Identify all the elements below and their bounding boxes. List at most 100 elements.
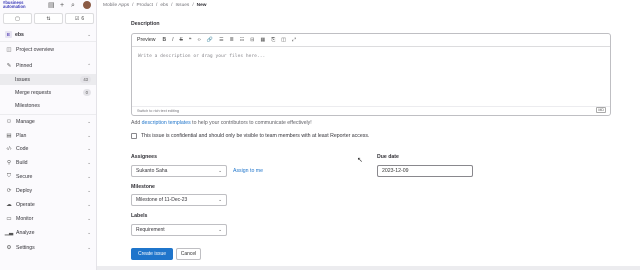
project-switcher[interactable]: E ebs ⌄ [0,29,96,40]
description-templates-link[interactable]: description templates [142,120,191,126]
chevron-down-icon: ⌄ [87,215,91,221]
search-icon[interactable]: ⌕ [71,2,75,9]
user-avatar[interactable] [83,1,91,9]
comment-icon[interactable]: ◫ [281,37,286,43]
confidential-checkbox[interactable] [131,133,137,139]
chevron-down-icon: ⌄ [87,201,91,207]
create-issue-button[interactable]: Create issue [131,248,173,260]
business-automation-logo[interactable]: #business automation [3,0,39,10]
sidebar-item-build[interactable]: ⚲ Build ⌄ [0,157,96,168]
task-list-icon[interactable]: ☷ [240,37,244,43]
milestone-value: Milestone of 11-Dec-23 [136,197,188,203]
hint-prefix: Add [131,120,142,126]
description-editor[interactable]: Preview B I S ❝ ‹› 🔗 ☰ ≣ ☷ ⊟ ▦ ⎘ ◫ ⤢ Wri… [131,33,611,116]
sidebar-item-secure[interactable]: ⛉ Secure ⌄ [0,171,96,182]
due-date-input[interactable]: 2023-12-09 [377,165,473,177]
todo-icon: ☑ [74,15,80,22]
sidebar-item-label: Project overview [16,46,55,53]
breadcrumb-item[interactable]: Product [136,3,153,8]
link-icon[interactable]: 🔗 [207,37,213,43]
code-icon[interactable]: ‹› [198,37,201,43]
project-name: ebs [15,31,24,38]
labels-label: Labels [131,213,148,219]
sidebar-item-monitor[interactable]: ▭ Monitor ⌄ [0,213,96,224]
chevron-down-icon: ⌄ [87,118,91,124]
issues-counter-button[interactable]: ▢ [3,13,32,24]
sidebar-item-settings[interactable]: ⚙ Settings ⌄ [0,242,96,253]
bullet-list-icon[interactable]: ☰ [219,37,223,43]
assignees-value: Sukanto Saha [136,168,168,174]
quote-icon[interactable]: ❝ [189,37,192,43]
chevron-down-icon: ⌄ [87,244,91,250]
plus-icon[interactable]: + [60,2,64,9]
confidential-option[interactable]: This issue is confidential and should on… [131,133,369,139]
issues-count-badge: 43 [80,76,91,83]
merge-requests-counter-button[interactable]: ⇅ [34,13,63,24]
breadcrumb-separator: / [156,3,158,8]
sidebar-item-operate[interactable]: ☁ Operate ⌄ [0,199,96,210]
sidebar-item-deploy[interactable]: ⟳ Deploy ⌄ [0,185,96,196]
breadcrumb-separator: / [171,3,173,8]
shield-icon: ⛉ [6,173,12,179]
preview-tab[interactable]: Preview [137,37,155,43]
description-templates-hint: Add description templates to help your c… [131,120,312,126]
todos-counter-button[interactable]: ☑ 6 [65,13,94,24]
table-icon[interactable]: ▦ [260,37,265,43]
chevron-down-icon: ⌄ [87,159,91,165]
breadcrumb-item[interactable]: Mobile Apps [103,3,129,8]
hint-suffix: to help your contributors to communicate… [190,120,312,126]
breadcrumb-item[interactable]: Issues [175,3,189,8]
sidebar-item-label: Operate [16,201,35,208]
sidebar-item-plan[interactable]: ▤ Plan ⌄ [0,130,96,141]
sidebar-item-merge-requests[interactable]: Merge requests 0 [0,87,96,98]
sidebar-item-label: Plan [16,132,27,139]
code-icon: ‹/› [6,145,12,152]
chevron-down-icon: ⌄ [218,168,222,173]
sidebar-item-label: Deploy [16,187,33,194]
deploy-icon: ⟳ [6,187,12,194]
assign-to-me-link[interactable]: Assign to me [233,168,263,174]
chevron-down-icon: ⌄ [87,145,91,151]
plan-icon: ▤ [6,132,12,139]
sidebar-item-label: Secure [16,173,33,180]
labels-dropdown[interactable]: Requirement ⌄ [131,224,227,236]
sidebar-item-milestones[interactable]: Milestones [0,100,96,111]
confidential-label: This issue is confidential and should on… [141,133,370,139]
markdown-icon: MD [596,107,606,113]
milestone-dropdown[interactable]: Milestone of 11-Dec-23 ⌄ [131,194,227,206]
italic-icon[interactable]: I [172,37,173,43]
bold-icon[interactable]: B [162,37,166,43]
sidebar-item-manage[interactable]: ⚇ Manage ⌄ [0,116,96,127]
cloud-icon: ☁ [6,201,12,208]
assignees-dropdown[interactable]: Sukanto Saha ⌄ [131,165,227,177]
breadcrumb-separator: / [192,3,194,8]
sidebar-item-code[interactable]: ‹/› Code ⌄ [0,143,96,154]
fullscreen-icon[interactable]: ⤢ [292,37,296,43]
sidebar-item-label: Issues [15,76,30,83]
description-textarea-placeholder[interactable]: Write a description or drag your files h… [138,54,265,59]
collapsible-icon[interactable]: ⊟ [250,37,254,43]
sidebar-item-issues[interactable]: Issues 43 [0,74,96,85]
sidebar-item-label: Code [16,145,29,152]
merge-request-icon: ⇅ [46,15,51,22]
breadcrumb-current: New [196,3,207,8]
gear-icon: ⚙ [6,244,12,251]
attach-icon[interactable]: ⎘ [271,37,275,43]
sidebar-item-analyze[interactable]: ▁▃ Analyze ⌄ [0,227,96,238]
cancel-button[interactable]: Cancel [176,248,201,260]
sidebar-toggle-icon[interactable]: ▤ [48,2,55,9]
chevron-down-icon: ⌄ [218,197,222,202]
strikethrough-icon[interactable]: S [179,37,182,43]
sidebar-item-label: Milestones [15,102,40,109]
sidebar-item-pinned[interactable]: ✎ Pinned ⌃ [0,60,96,71]
switch-rich-text-link[interactable]: Switch to rich text editing [132,106,610,115]
mouse-cursor-icon: ↖ [357,157,363,164]
numbered-list-icon[interactable]: ≣ [230,37,234,43]
bottom-scrollbar[interactable] [97,266,640,270]
due-date-label: Due date [377,154,399,160]
labels-value: Requirement [136,227,165,233]
breadcrumb-item[interactable]: ebs [160,3,168,8]
breadcrumb-separator: / [132,3,134,8]
sidebar: #business automation ▤ + ⌕ ▢ ⇅ ☑ 6 E ebs … [0,0,97,270]
sidebar-item-project-overview[interactable]: ◫ Project overview [0,44,96,55]
